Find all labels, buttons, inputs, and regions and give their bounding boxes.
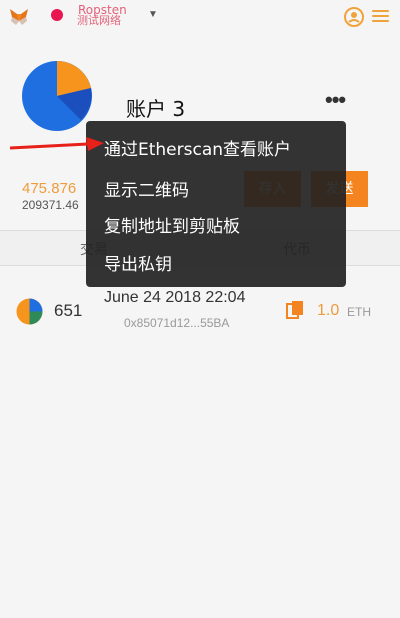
account-options-dropdown: 通过Etherscan查看账户 显示二维码 复制地址到剪贴板 导出私钥 — [86, 121, 346, 287]
network-status-dot[interactable] — [51, 9, 63, 21]
metamask-fox-icon[interactable] — [9, 8, 29, 26]
transaction-row[interactable]: 651 June 24 2018 22:04 0x85071d12...55BA… — [0, 282, 400, 338]
menu-item-export-key[interactable]: 导出私钥 — [104, 250, 172, 275]
transaction-unit: ETH — [347, 305, 371, 319]
menu-item-copy-address[interactable]: 复制地址到剪贴板 — [104, 212, 240, 237]
transaction-nonce: 651 — [54, 301, 83, 320]
app-header: Ropsten 测试网络 ▼ — [0, 0, 400, 34]
hamburger-menu-icon[interactable] — [371, 7, 391, 25]
menu-item-view-etherscan[interactable]: 通过Etherscan查看账户 — [104, 135, 291, 160]
transaction-identicon — [16, 298, 43, 325]
annotation-arrow-icon — [10, 137, 104, 151]
usd-balance: 209371.46 — [22, 198, 79, 212]
network-subtitle[interactable]: 测试网络 — [77, 15, 121, 27]
transaction-amount: 1.0 — [317, 302, 340, 319]
transaction-hash[interactable]: 0x85071d12...55BA — [124, 316, 229, 330]
chevron-down-icon[interactable]: ▼ — [148, 9, 158, 20]
transaction-date: June 24 2018 22:04 — [104, 289, 246, 306]
more-options-icon[interactable]: ••• — [325, 89, 346, 111]
eth-balance: 475.876 — [22, 180, 77, 197]
account-name[interactable]: 账户 3 — [126, 93, 185, 122]
account-switch-icon[interactable] — [343, 6, 365, 28]
menu-item-show-qr[interactable]: 显示二维码 — [104, 176, 189, 201]
copy-icon[interactable] — [286, 300, 304, 320]
account-identicon[interactable] — [21, 60, 93, 132]
